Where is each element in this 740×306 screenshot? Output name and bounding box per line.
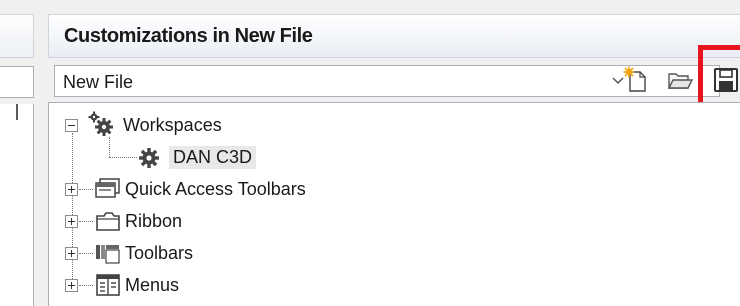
- tree-item-menus[interactable]: Menus: [65, 271, 179, 299]
- open-file-button[interactable]: [666, 66, 694, 94]
- tree-item-label: Toolbars: [125, 242, 194, 263]
- tree-item-label: Workspaces: [123, 114, 222, 135]
- tree-item-quick-access-toolbars[interactable]: Quick Access Toolbars: [65, 175, 306, 203]
- adjacent-panel-body: [0, 104, 34, 306]
- expand-icon[interactable]: [65, 215, 78, 228]
- collapse-icon[interactable]: [65, 119, 78, 132]
- adjacent-panel-fragment: [0, 0, 40, 306]
- adjacent-panel-header: [0, 14, 34, 58]
- tree-item-dan-c3d[interactable]: DAN C3D: [137, 143, 257, 171]
- tree-connector: [109, 157, 137, 158]
- customizations-panel: Customizations in New File New File Work…: [48, 0, 740, 306]
- file-toolbar: New File: [48, 62, 740, 100]
- gear-icon: [137, 146, 161, 175]
- menus-icon: [95, 273, 121, 302]
- toolbar-icon: [95, 177, 121, 206]
- panel-header: Customizations in New File: [48, 14, 740, 58]
- tree-item-label: DAN C3D: [169, 145, 257, 169]
- expand-icon[interactable]: [65, 279, 78, 292]
- file-selector-dropdown[interactable]: New File: [54, 65, 720, 97]
- expand-icon[interactable]: [65, 247, 78, 260]
- tree-item-label: Quick Access Toolbars: [125, 178, 306, 199]
- adjacent-panel-combo[interactable]: [0, 66, 34, 98]
- expand-icon[interactable]: [65, 183, 78, 196]
- tree-item-workspaces[interactable]: Workspaces: [65, 111, 222, 139]
- customization-tree: Workspaces DAN C3D Quick Access Toolbars…: [48, 102, 740, 306]
- panel-title: Customizations in New File: [64, 25, 313, 47]
- new-file-button[interactable]: [622, 66, 650, 94]
- tree-item-ribbon[interactable]: Ribbon: [65, 207, 182, 235]
- gear-cluster-icon: [85, 109, 115, 144]
- tree-item-toolbars[interactable]: Toolbars: [65, 239, 193, 267]
- tree-item-label: Menus: [125, 274, 180, 295]
- ribbon-icon: [95, 209, 121, 238]
- new-file-icon: [622, 66, 650, 98]
- tree-item-label: Ribbon: [125, 210, 183, 231]
- open-file-icon: [666, 73, 694, 98]
- toolbars-icon: [95, 241, 121, 270]
- file-selector-value: New File: [63, 72, 134, 92]
